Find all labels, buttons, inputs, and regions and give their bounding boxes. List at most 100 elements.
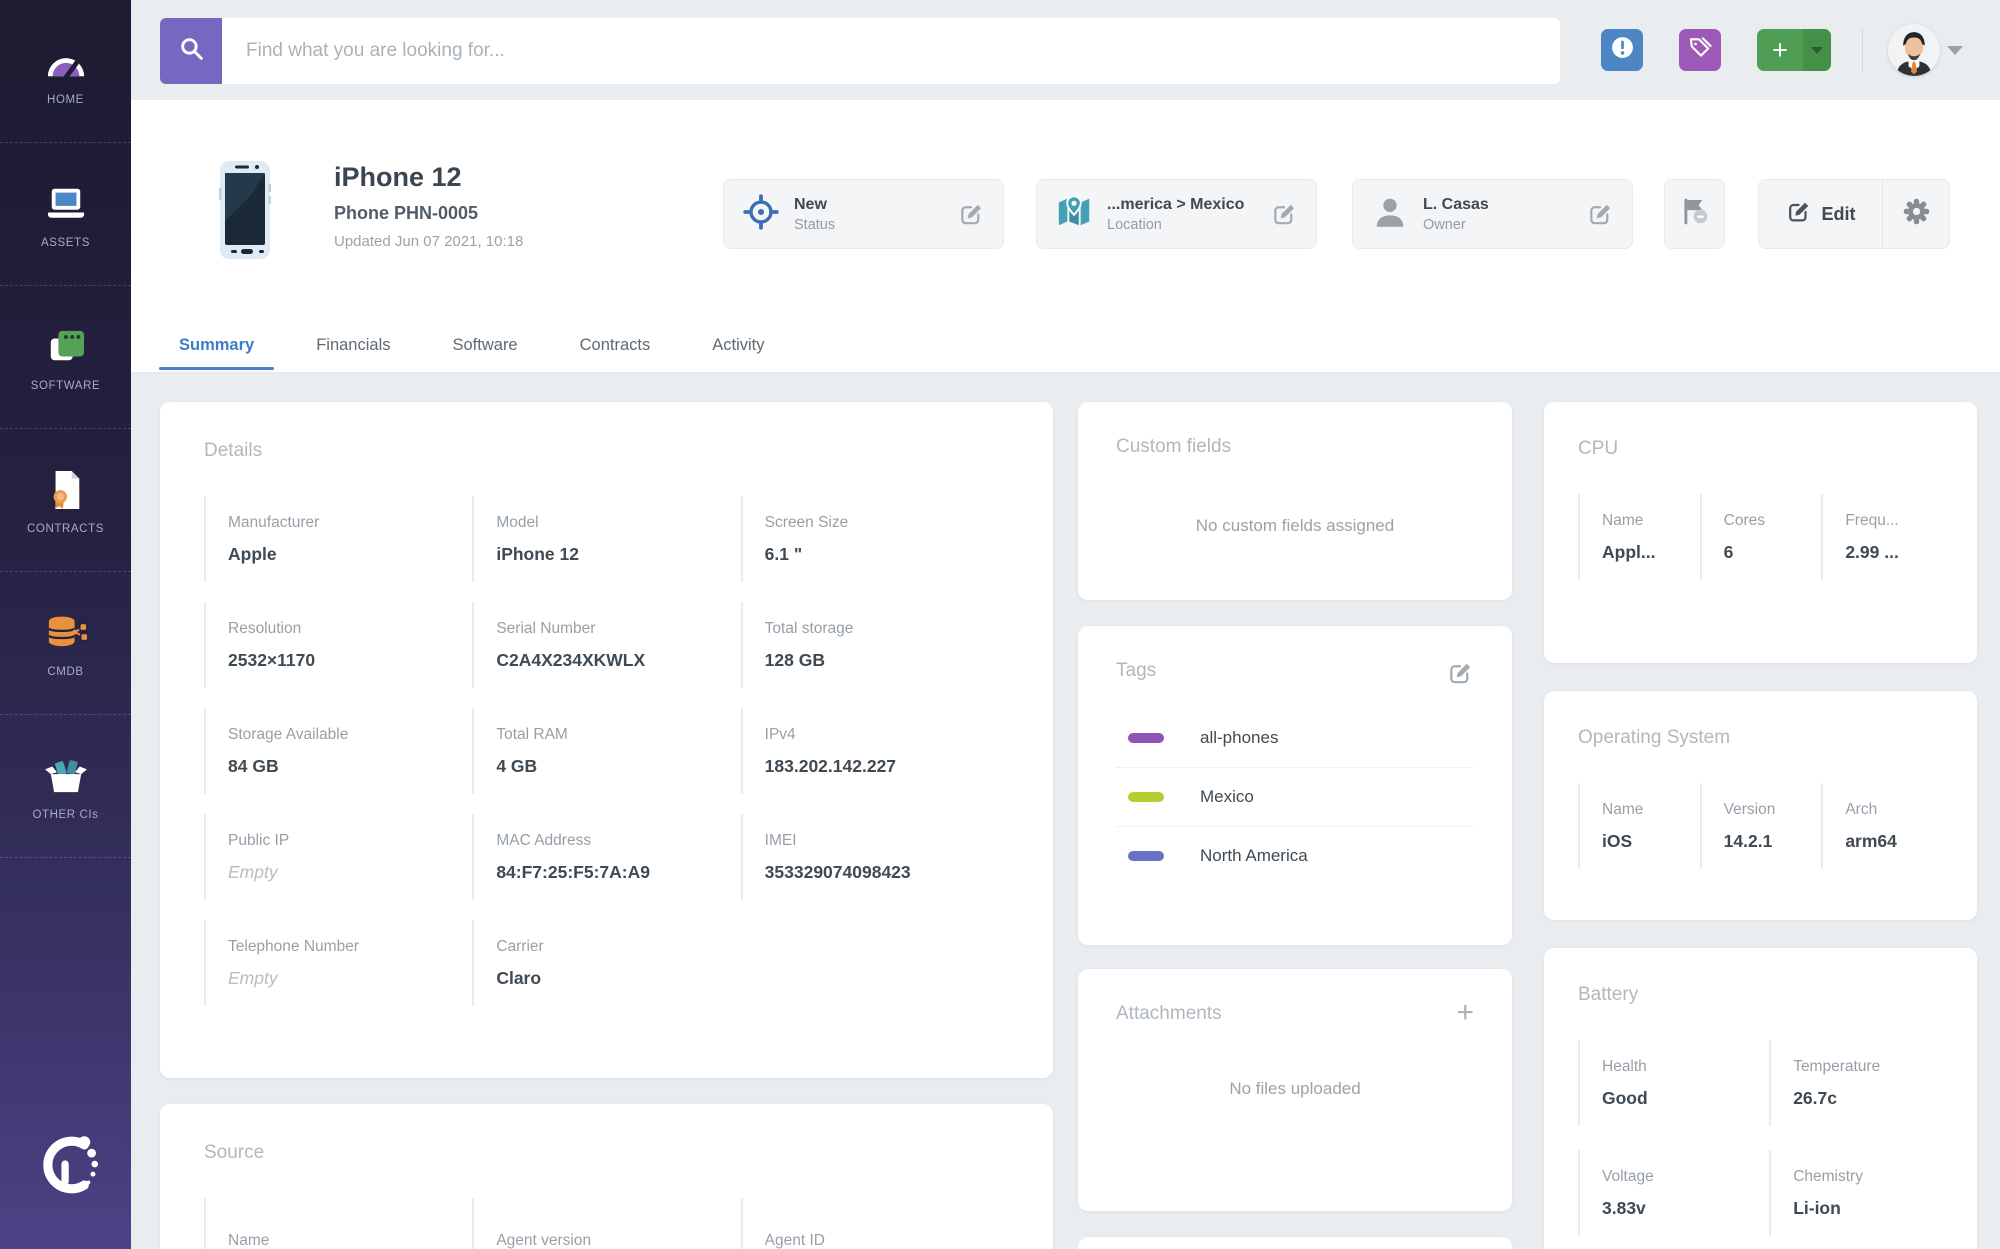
search-input[interactable] (222, 18, 1560, 84)
tab-financials[interactable]: Financials (296, 330, 410, 369)
field-public-ip: Public IP Empty (204, 814, 472, 900)
location-label: Location (1107, 217, 1244, 233)
status-card[interactable]: New Status (723, 179, 1004, 249)
tab-activity[interactable]: Activity (692, 330, 784, 369)
gear-icon (1902, 197, 1931, 231)
tab-contracts[interactable]: Contracts (560, 330, 671, 369)
edit-tags-icon[interactable] (1447, 660, 1474, 687)
field-agent-version: Agent version (472, 1198, 740, 1249)
tag-item: North America (1116, 826, 1474, 885)
edit-owner-icon[interactable] (1587, 201, 1614, 228)
sidebar-item-contracts[interactable]: CONTRACTS (0, 429, 131, 572)
sidebar-item-assets[interactable]: ASSETS (0, 143, 131, 286)
field-total-storage: Total storage 128 GB (741, 602, 1009, 688)
add-button[interactable]: + (1757, 29, 1831, 71)
field-serial-number: Serial Number C2A4X234XKWLX (472, 602, 740, 688)
field-cpu-frequency: Frequ... 2.99 ... (1821, 494, 1943, 580)
status-label: Status (794, 217, 835, 233)
field-ipv4: IPv4 183.202.142.227 (741, 708, 1009, 794)
flag-button[interactable] (1664, 179, 1725, 249)
sidebar-item-label: OTHER CIs (32, 809, 98, 821)
laptop-icon (44, 180, 88, 228)
cpu-fields: Name Appl... Cores 6 Frequ... 2.99 ... (1578, 494, 1943, 580)
owner-label: Owner (1423, 217, 1489, 233)
edit-button[interactable]: Edit (1759, 180, 1883, 248)
avatar[interactable] (1888, 24, 1940, 76)
cpu-panel: CPU Name Appl... Cores 6 Frequ... 2.99 .… (1544, 402, 1977, 663)
alerts-button[interactable] (1601, 29, 1643, 71)
field-model: Model iPhone 12 (472, 496, 740, 582)
tags-panel: Tags all-phones Mexico (1078, 626, 1512, 945)
tab-summary[interactable]: Summary (159, 330, 274, 369)
edit-status-icon[interactable] (958, 201, 985, 228)
panel-title: Custom fields (1116, 436, 1474, 458)
sidebar-item-home[interactable]: HOME (0, 0, 131, 143)
custom-fields-empty-message: No custom fields assigned (1116, 516, 1474, 536)
field-battery-temperature: Temperature 26.7c (1769, 1040, 1943, 1126)
field-cpu-cores: Cores 6 (1700, 494, 1822, 580)
field-cpu-name: Name Appl... (1578, 494, 1700, 580)
topbar-divider (1862, 28, 1863, 72)
tag-color-swatch (1128, 792, 1164, 802)
field-total-ram: Total RAM 4 GB (472, 708, 740, 794)
person-icon (1371, 193, 1409, 236)
panel-title: Battery (1578, 984, 1943, 1006)
sidebar-item-label: SOFTWARE (31, 380, 101, 392)
field-manufacturer: Manufacturer Apple (204, 496, 472, 582)
field-os-version: Version 14.2.1 (1700, 783, 1822, 869)
field-os-name: Name iOS (1578, 783, 1700, 869)
asset-header: iPhone 12 Phone PHN-0005 Updated Jun 07 … (131, 100, 2000, 330)
settings-button[interactable] (1883, 180, 1949, 248)
source-panel: Source Name Agent version Agent ID (160, 1104, 1053, 1249)
location-card[interactable]: ...merica > Mexico Location (1036, 179, 1317, 249)
brand-logo (0, 1133, 131, 1197)
gauge-icon (43, 37, 89, 85)
app-windows-icon (44, 323, 88, 371)
owner-value: L. Casas (1423, 196, 1489, 214)
crosshair-icon (742, 193, 780, 236)
database-network-icon (44, 609, 88, 657)
field-storage-available: Storage Available 84 GB (204, 708, 472, 794)
sidebar-item-label: CMDB (47, 666, 83, 678)
sidebar-item-label: ASSETS (41, 237, 90, 249)
tags-button[interactable] (1679, 29, 1721, 71)
field-imei: IMEI 353329074098423 (741, 814, 1009, 900)
field-source-name: Name (204, 1198, 472, 1249)
sidebar-item-software[interactable]: SOFTWARE (0, 286, 131, 429)
tab-software[interactable]: Software (433, 330, 538, 369)
field-carrier: Carrier Claro (472, 920, 740, 1006)
add-attachment-icon[interactable]: + (1456, 1003, 1474, 1023)
field-resolution: Resolution 2532×1170 (204, 602, 472, 688)
sidebar-item-other-cis[interactable]: OTHER CIs (0, 715, 131, 858)
field-battery-chemistry: Chemistry Li-ion (1769, 1150, 1943, 1236)
panel-title: Attachments (1116, 1003, 1222, 1025)
sidebar-item-label: CONTRACTS (27, 523, 104, 535)
topbar: + (131, 0, 2000, 100)
plus-icon: + (1757, 29, 1803, 71)
attachments-panel: Attachments + No files uploaded (1078, 969, 1512, 1211)
panel-title: Tags (1116, 660, 1156, 682)
chevron-down-icon (1811, 47, 1823, 54)
summary-content: Details Manufacturer Apple Model iPhone … (131, 373, 2000, 1249)
details-fields: Manufacturer Apple Model iPhone 12 Scree… (204, 496, 1009, 1006)
field-battery-voltage: Voltage 3.83v (1578, 1150, 1769, 1236)
operating-system-panel: Operating System Name iOS Version 14.2.1… (1544, 691, 1977, 920)
battery-fields: Health Good Temperature 26.7c Voltage 3.… (1578, 1040, 1943, 1236)
field-os-arch: Arch arm64 (1821, 783, 1943, 869)
field-battery-health: Health Good (1578, 1040, 1769, 1126)
phone-thumbnail (219, 160, 271, 265)
owner-card[interactable]: L. Casas Owner (1352, 179, 1633, 249)
edit-label: Edit (1822, 204, 1856, 225)
map-pin-icon (1055, 193, 1093, 236)
os-fields: Name iOS Version 14.2.1 Arch arm64 (1578, 783, 1943, 869)
flag-minus-icon (1678, 195, 1711, 233)
search-button[interactable] (160, 18, 222, 84)
field-screen-size: Screen Size 6.1 " (741, 496, 1009, 582)
source-fields: Name Agent version Agent ID (204, 1198, 1009, 1249)
search-icon (178, 35, 205, 67)
sidebar-item-cmdb[interactable]: CMDB (0, 572, 131, 715)
add-dropdown[interactable] (1803, 29, 1831, 71)
tag-list: all-phones Mexico North America (1116, 709, 1474, 885)
edit-location-icon[interactable] (1271, 201, 1298, 228)
user-menu-chevron-icon[interactable] (1947, 46, 1963, 55)
